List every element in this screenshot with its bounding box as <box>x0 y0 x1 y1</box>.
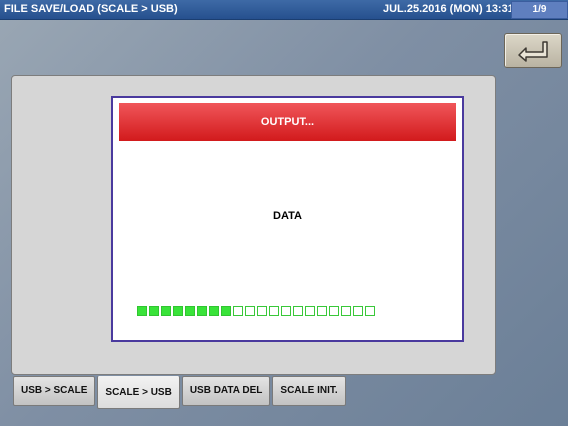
progress-bar <box>137 306 375 318</box>
tab-scale-to-usb[interactable]: SCALE > USB <box>97 376 180 409</box>
progress-segment-empty <box>329 306 339 316</box>
progress-segment-empty <box>269 306 279 316</box>
tab-bar: USB > SCALE SCALE > USB USB DATA DEL SCA… <box>13 376 346 409</box>
progress-segment-empty <box>281 306 291 316</box>
header-bar: FILE SAVE/LOAD (SCALE > USB) JUL.25.2016… <box>0 0 568 20</box>
progress-segment-empty <box>233 306 243 316</box>
progress-segment-filled <box>137 306 147 316</box>
back-arrow-icon <box>518 41 548 62</box>
progress-segment-empty <box>317 306 327 316</box>
progress-segment-filled <box>221 306 231 316</box>
dialog-message: DATA <box>273 210 302 222</box>
progress-segment-filled <box>161 306 171 316</box>
progress-segment-empty <box>245 306 255 316</box>
progress-segment-filled <box>149 306 159 316</box>
progress-segment-filled <box>185 306 195 316</box>
dialog-title: OUTPUT... <box>119 103 456 141</box>
page-indicator: 1/9 <box>511 1 568 19</box>
progress-segment-empty <box>341 306 351 316</box>
tab-usb-to-scale[interactable]: USB > SCALE <box>13 376 96 406</box>
progress-segment-filled <box>197 306 207 316</box>
progress-segment-filled <box>209 306 219 316</box>
tab-scale-init[interactable]: SCALE INIT. <box>272 376 346 406</box>
date-time: JUL.25.2016 (MON) 13:31 <box>383 3 514 15</box>
progress-segment-empty <box>305 306 315 316</box>
progress-segment-empty <box>293 306 303 316</box>
progress-segment-empty <box>365 306 375 316</box>
screen-title: FILE SAVE/LOAD (SCALE > USB) <box>4 3 178 15</box>
progress-segment-empty <box>257 306 267 316</box>
progress-segment-empty <box>353 306 363 316</box>
progress-segment-filled <box>173 306 183 316</box>
progress-dialog: OUTPUT... DATA <box>111 96 464 342</box>
tab-usb-data-del[interactable]: USB DATA DEL <box>181 376 271 406</box>
back-button[interactable] <box>504 33 562 68</box>
